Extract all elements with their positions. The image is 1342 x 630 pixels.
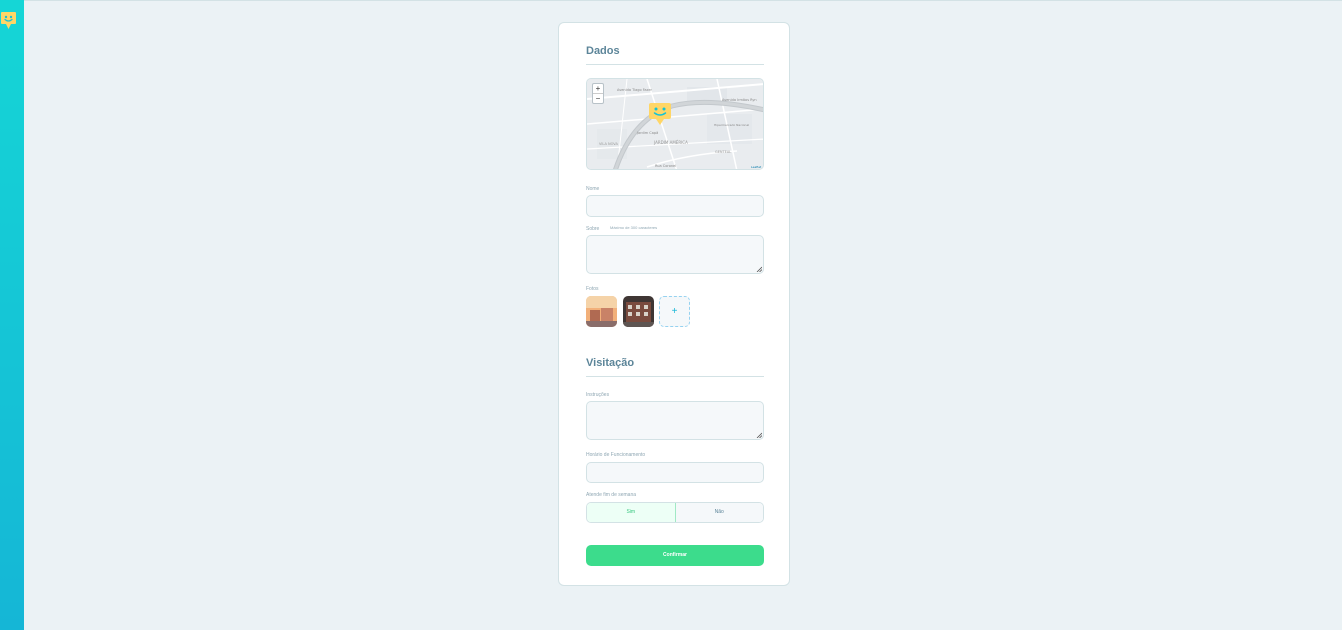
- photo-thumbnail[interactable]: [623, 296, 654, 327]
- happy-pin-icon[interactable]: [0, 11, 17, 30]
- sobre-hint: Máximo de 300 caracteres: [610, 225, 658, 230]
- photo-thumbnail[interactable]: [586, 296, 617, 327]
- confirm-button[interactable]: Confirmar: [586, 545, 764, 566]
- map-label: GENTEAL: [715, 150, 731, 154]
- map-label: JARDIM AMÉRICA: [653, 140, 688, 145]
- map-attribution[interactable]: Leaflet: [751, 165, 762, 169]
- nome-label: Nome: [586, 186, 600, 192]
- sobre-label: Sobre: [586, 226, 600, 232]
- map-label: Avenida Tiago Fazer: [617, 88, 653, 92]
- zoom-out-button[interactable]: −: [593, 93, 603, 103]
- fotos-label: Fotos: [586, 286, 599, 292]
- nome-input[interactable]: [586, 195, 764, 217]
- map-tiles: Avenida Tiago Fazer Avenida Irmãos Ryn J…: [587, 79, 763, 169]
- zoom-in-button[interactable]: +: [593, 84, 603, 93]
- weekend-toggle: Sim Não: [586, 502, 764, 523]
- resize-grip-icon[interactable]: [756, 432, 762, 438]
- sobre-textarea[interactable]: [586, 235, 764, 274]
- map-label: Rua Coronel: [655, 164, 676, 168]
- weekend-no-button[interactable]: Não: [675, 503, 763, 522]
- map-label: Avenida Irmãos Ryn: [722, 98, 757, 102]
- top-divider: [24, 0, 1342, 1]
- map-label: Hipermercado Nacional: [714, 123, 749, 127]
- instrucoes-textarea[interactable]: [586, 401, 764, 440]
- map-label: Jardim Capã: [636, 131, 658, 135]
- instrucoes-label: Instruções: [586, 392, 610, 398]
- sidebar: [0, 0, 24, 630]
- weekend-yes-button[interactable]: Sim: [587, 503, 676, 522]
- map-zoom-control: + −: [592, 83, 604, 104]
- location-map[interactable]: Avenida Tiago Fazer Avenida Irmãos Ryn J…: [586, 78, 764, 170]
- resize-grip-icon[interactable]: [756, 266, 762, 272]
- section-title-dados: Dados: [586, 44, 764, 65]
- horario-input[interactable]: [586, 462, 764, 483]
- create-orphanage-form: Dados Avenida Tiago Fazer Avenida Irmãos…: [558, 22, 790, 586]
- fim-semana-label: Atende fim de semana: [586, 492, 637, 498]
- section-title-visitacao: Visitação: [586, 356, 764, 377]
- add-photo-button[interactable]: +: [659, 296, 690, 327]
- horario-label: Horário de Funcionamento: [586, 452, 646, 458]
- map-label: VILA NOVA: [599, 142, 618, 146]
